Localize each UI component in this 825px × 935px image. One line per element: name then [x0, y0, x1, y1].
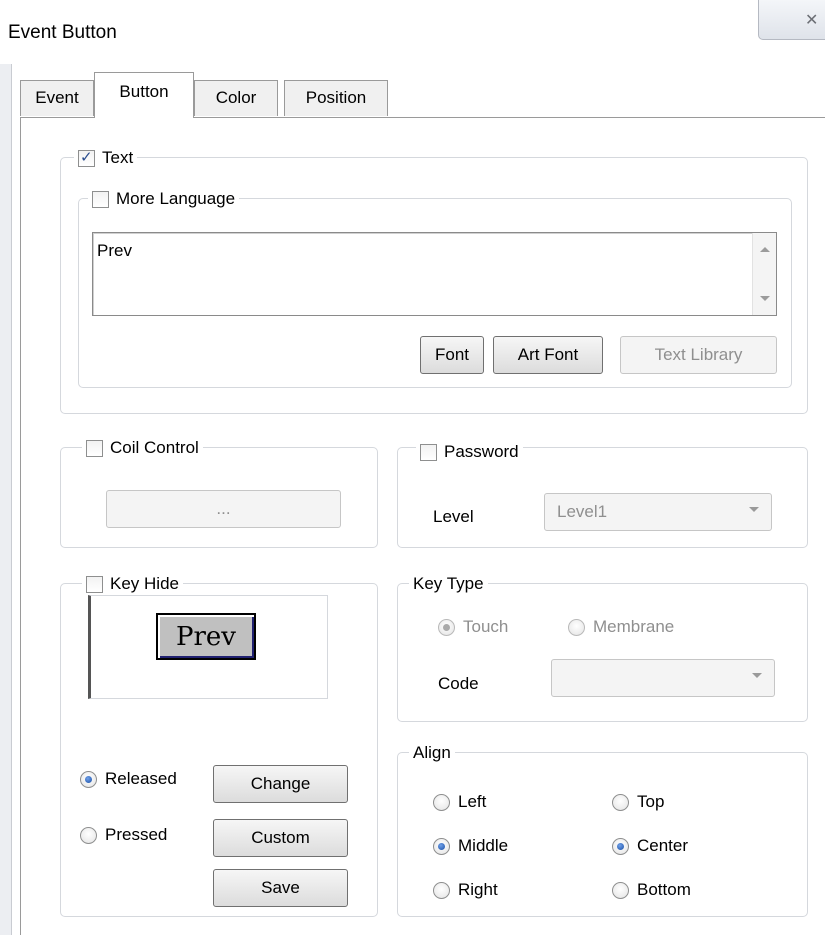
key-hide-checkbox[interactable] [86, 575, 103, 593]
key-type-group [397, 583, 808, 722]
tab-position[interactable]: Position [284, 80, 388, 116]
scroll-up-icon[interactable] [760, 247, 770, 252]
pressed-label: Pressed [105, 825, 168, 844]
code-label: Code [438, 674, 479, 693]
pressed-radio[interactable] [80, 826, 97, 844]
coil-control-button[interactable]: ... [106, 490, 341, 528]
save-button[interactable]: Save [213, 869, 348, 907]
align-center-radio[interactable] [612, 837, 629, 855]
text-library-button[interactable]: Text Library [620, 336, 777, 374]
align-right-option[interactable]: Right [433, 880, 498, 900]
more-language-legend: More Language [88, 187, 240, 211]
released-radio[interactable] [80, 770, 97, 788]
window-left-frame [0, 64, 12, 935]
art-font-button[interactable]: Art Font [493, 336, 603, 374]
align-bottom-option[interactable]: Bottom [612, 880, 691, 900]
released-option[interactable]: Released [80, 769, 177, 789]
pressed-option[interactable]: Pressed [80, 825, 167, 845]
text-input[interactable]: Prev [92, 232, 777, 316]
align-top-option[interactable]: Top [612, 792, 664, 812]
align-middle-label: Middle [458, 836, 509, 855]
align-middle-radio[interactable] [433, 837, 450, 855]
level-select[interactable]: Level1 [544, 493, 772, 531]
code-select[interactable] [551, 659, 775, 697]
membrane-label: Membrane [593, 617, 675, 636]
touch-label: Touch [463, 617, 509, 636]
membrane-option[interactable]: Membrane [568, 617, 674, 637]
password-checkbox[interactable] [420, 443, 437, 461]
close-button[interactable]: ✕ [758, 0, 825, 40]
text-input-scrollbar[interactable] [752, 233, 776, 315]
align-center-option[interactable]: Center [612, 836, 688, 856]
text-input-value: Prev [97, 241, 132, 260]
coil-control-label: Coil Control [110, 438, 199, 457]
window-title: Event Button [8, 22, 117, 43]
align-left-option[interactable]: Left [433, 792, 486, 812]
align-bottom-radio[interactable] [612, 881, 629, 899]
scroll-down-icon[interactable] [760, 296, 770, 301]
coil-control-legend: Coil Control [82, 436, 203, 460]
preview-button-prev: Prev [156, 613, 256, 660]
password-label: Password [444, 442, 519, 461]
text-group-legend: Text [74, 146, 138, 170]
coil-control-checkbox[interactable] [86, 439, 103, 457]
key-hide-label: Key Hide [110, 574, 179, 593]
align-top-label: Top [637, 792, 665, 811]
align-center-label: Center [637, 836, 689, 855]
align-top-radio[interactable] [612, 793, 629, 811]
membrane-radio[interactable] [568, 618, 585, 636]
tab-button[interactable]: Button [94, 72, 194, 118]
chevron-down-icon [752, 673, 762, 678]
tab-color[interactable]: Color [194, 80, 278, 116]
align-left-radio[interactable] [433, 793, 450, 811]
align-middle-option[interactable]: Middle [433, 836, 508, 856]
touch-option[interactable]: Touch [438, 617, 508, 637]
tab-event[interactable]: Event [20, 80, 94, 116]
close-icon: ✕ [805, 12, 819, 29]
level-select-value: Level1 [557, 502, 608, 521]
key-type-legend: Key Type [409, 572, 488, 596]
font-button[interactable]: Font [420, 336, 484, 374]
custom-button[interactable]: Custom [213, 819, 348, 857]
align-left-label: Left [458, 792, 487, 811]
touch-radio[interactable] [438, 618, 455, 636]
more-language-checkbox[interactable] [92, 190, 109, 208]
chevron-down-icon [749, 507, 759, 512]
align-bottom-label: Bottom [637, 880, 691, 899]
button-preview: Prev [88, 595, 328, 699]
align-right-radio[interactable] [433, 881, 450, 899]
change-button[interactable]: Change [213, 765, 348, 803]
released-label: Released [105, 769, 177, 788]
align-legend: Align [409, 741, 455, 765]
key-hide-legend: Key Hide [82, 572, 183, 596]
align-right-label: Right [458, 880, 498, 899]
level-label: Level [433, 507, 474, 526]
more-language-label: More Language [116, 189, 236, 208]
password-legend: Password [416, 440, 523, 464]
text-checkbox[interactable] [78, 148, 95, 167]
title-bar: Event Button ✕ [0, 0, 825, 64]
text-checkbox-label: Text [102, 148, 134, 167]
